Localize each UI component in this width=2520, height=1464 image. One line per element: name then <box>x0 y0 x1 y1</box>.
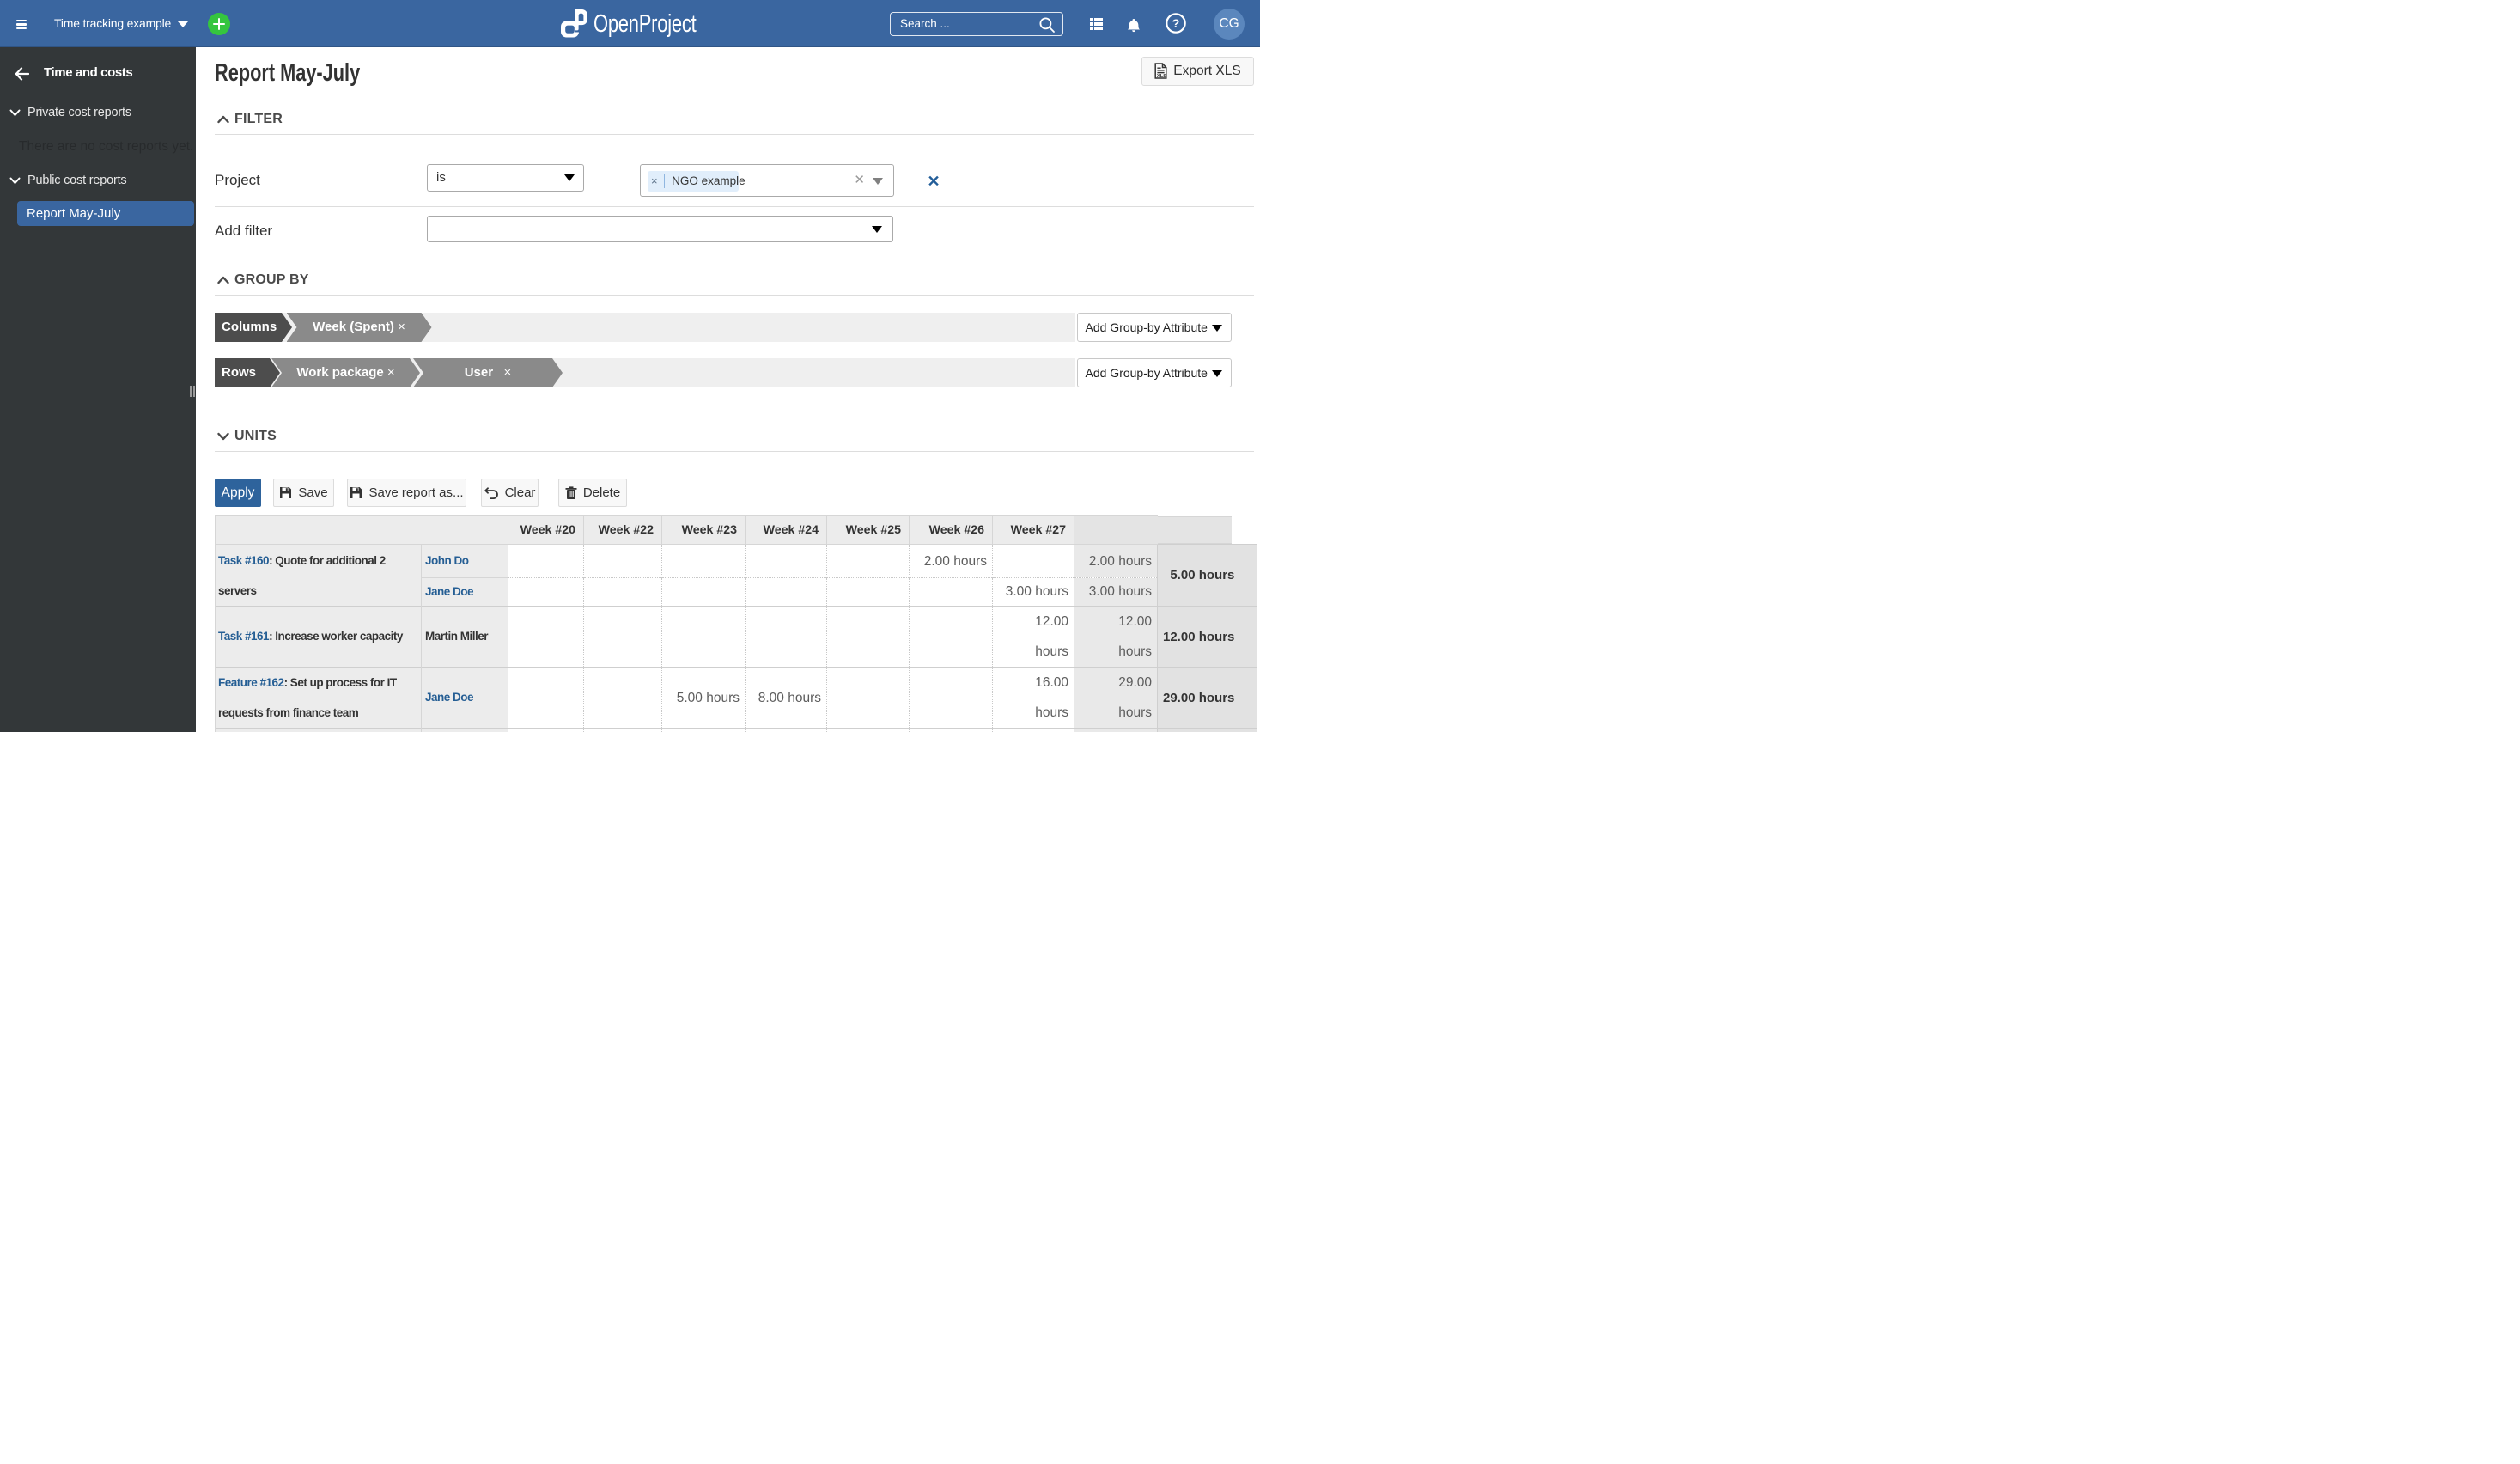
svg-text:?: ? <box>1172 16 1179 30</box>
svg-text:XLS: XLS <box>1157 74 1166 79</box>
